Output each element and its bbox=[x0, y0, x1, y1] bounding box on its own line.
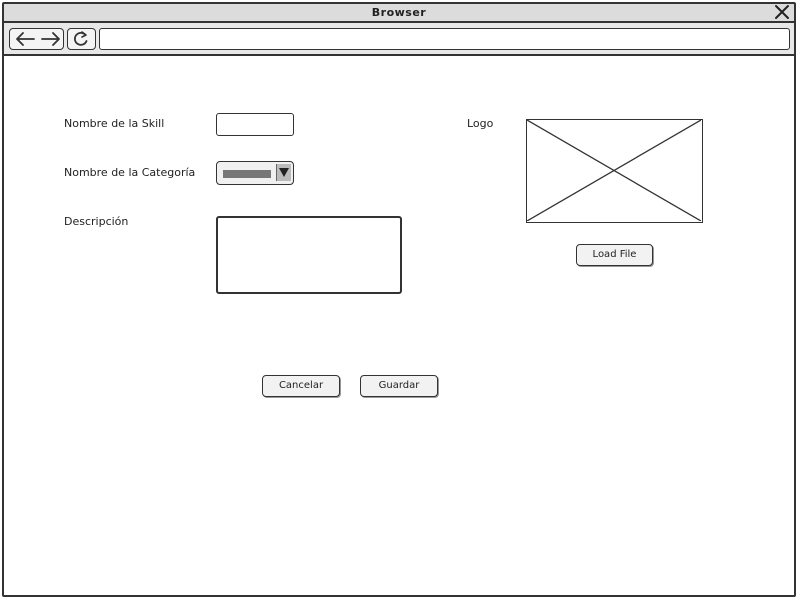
description-label: Descripción bbox=[64, 215, 129, 228]
logo-label: Logo bbox=[467, 117, 494, 130]
skill-name-label: Nombre de la Skill bbox=[64, 117, 165, 130]
window-title: Browser bbox=[371, 6, 427, 19]
category-selected-value bbox=[223, 170, 271, 178]
category-label: Nombre de la Categoría bbox=[64, 166, 196, 179]
dropdown-toggle[interactable] bbox=[276, 164, 291, 181]
chevron-down-icon bbox=[279, 168, 289, 177]
logo-image-placeholder bbox=[526, 119, 703, 223]
arrow-left-icon[interactable] bbox=[14, 31, 38, 47]
cancel-button[interactable]: Cancelar bbox=[262, 375, 340, 397]
load-file-button[interactable]: Load File bbox=[576, 244, 653, 266]
title-bar: Browser bbox=[4, 4, 794, 23]
description-textarea[interactable] bbox=[216, 216, 402, 294]
back-forward-buttons bbox=[9, 28, 64, 50]
category-dropdown[interactable] bbox=[216, 161, 294, 185]
image-placeholder-icon bbox=[527, 120, 701, 221]
close-icon[interactable] bbox=[774, 4, 790, 20]
skill-name-input[interactable] bbox=[216, 113, 294, 136]
browser-window: Browser bbox=[2, 2, 796, 597]
save-button[interactable]: Guardar bbox=[360, 375, 438, 397]
reload-button[interactable] bbox=[67, 28, 96, 50]
browser-toolbar bbox=[4, 23, 794, 56]
address-bar[interactable] bbox=[99, 28, 790, 50]
arrow-right-icon[interactable] bbox=[38, 31, 62, 47]
reload-icon bbox=[74, 31, 88, 46]
